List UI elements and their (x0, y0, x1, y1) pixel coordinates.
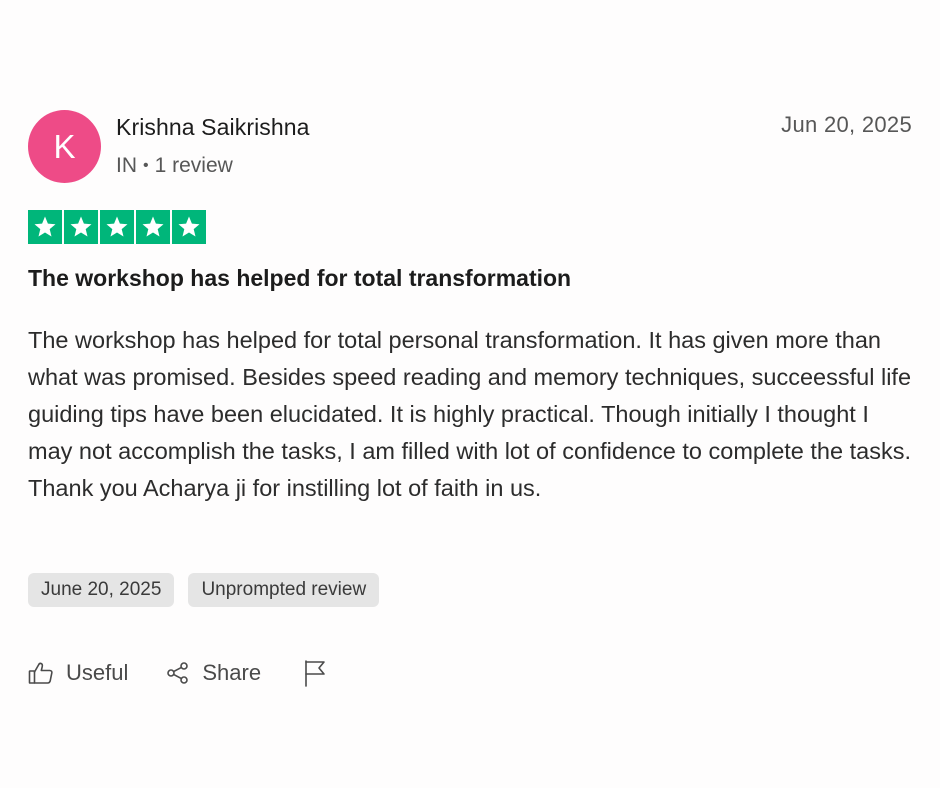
star-icon (64, 210, 98, 244)
review-actions: Useful Share (28, 656, 327, 690)
share-button[interactable]: Share (166, 660, 261, 686)
reviewer-name[interactable]: Krishna Saikrishna (116, 114, 310, 141)
star-icon (172, 210, 206, 244)
date-of-experience-tag: June 20, 2025 (28, 573, 175, 607)
reviewer-review-count: 1 review (154, 154, 233, 177)
review-body: The workshop has helped for total person… (28, 327, 912, 501)
share-label: Share (202, 660, 262, 685)
review-header: K Krishna Saikrishna IN • 1 review Jun 2… (28, 108, 912, 186)
star-icon (136, 210, 170, 244)
useful-label: Useful (66, 660, 129, 685)
review-tags: June 20, 2025 Unprompted review (28, 573, 380, 607)
unprompted-review-tag[interactable]: Unprompted review (188, 573, 380, 607)
share-icon (166, 661, 202, 685)
review-title[interactable]: The workshop has helped for total transf… (28, 265, 571, 292)
star-icon (28, 210, 62, 244)
avatar[interactable]: K (28, 110, 101, 183)
thumbs-up-icon (28, 661, 66, 685)
reviewer-meta: IN • 1 review (116, 154, 233, 178)
reviewer-country: IN (116, 154, 137, 177)
useful-button[interactable]: Useful (28, 660, 128, 686)
review-date: Jun 20, 2025 (781, 112, 912, 137)
star-icon (100, 210, 134, 244)
meta-separator: • (143, 157, 149, 174)
review-card: K Krishna Saikrishna IN • 1 review Jun 2… (28, 108, 912, 687)
avatar-initial: K (53, 127, 76, 165)
flag-icon (303, 659, 327, 687)
report-button[interactable] (303, 659, 327, 687)
star-rating (28, 210, 206, 244)
